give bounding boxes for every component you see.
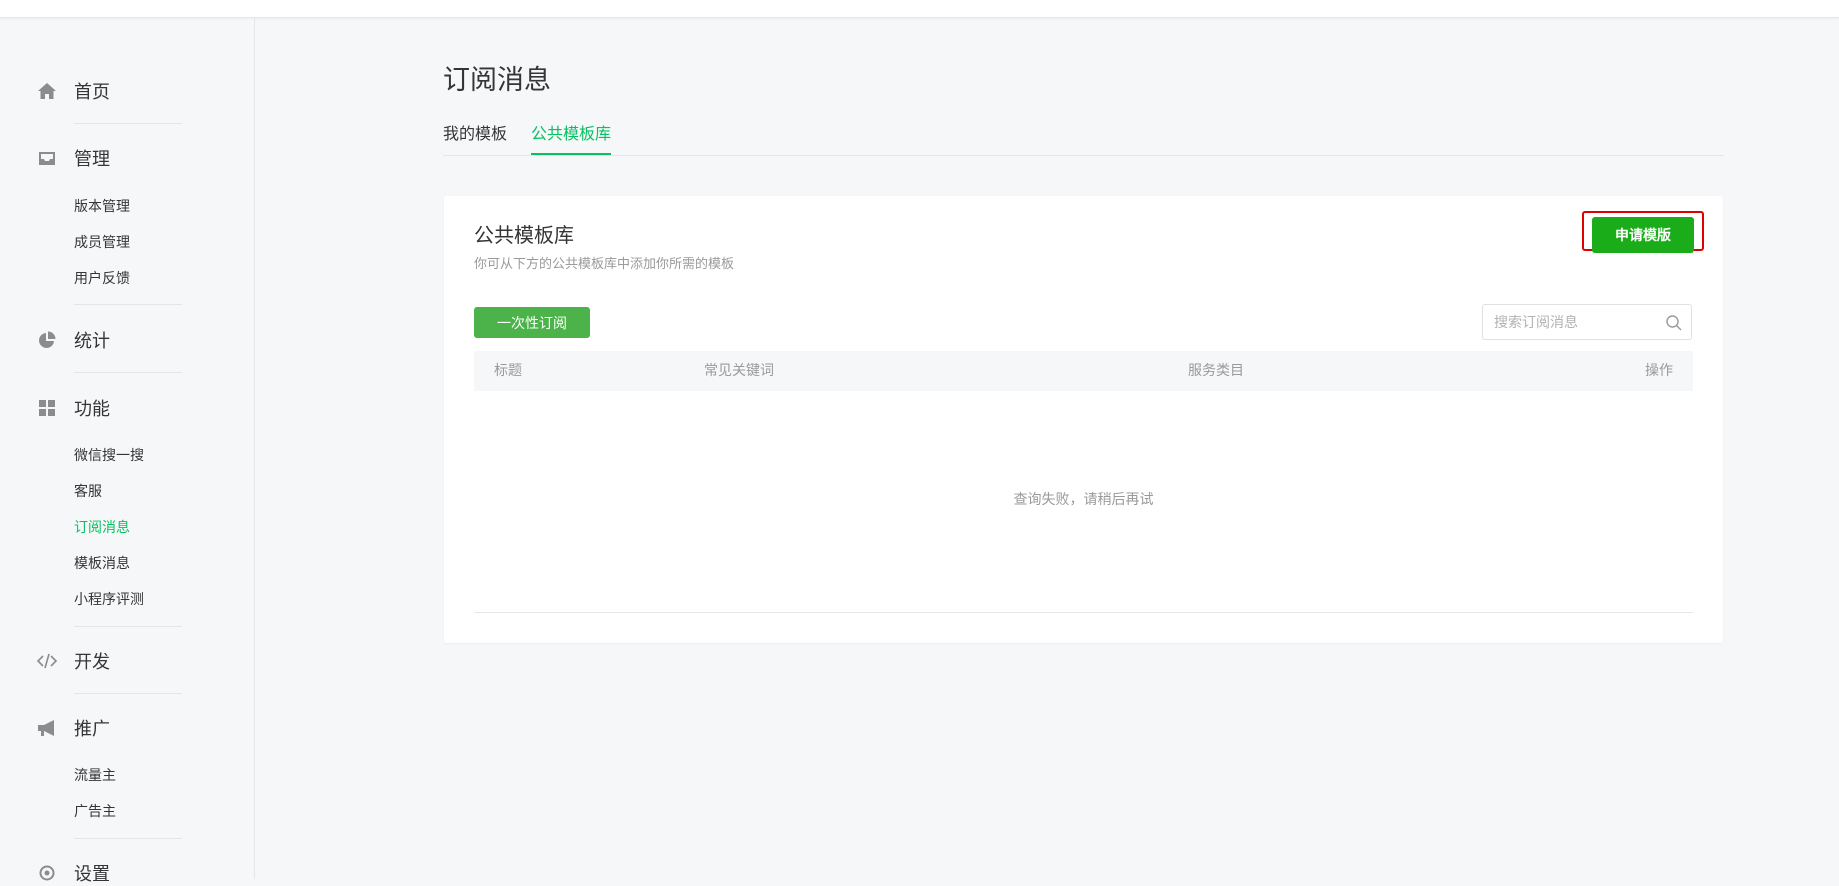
- sidebar-item-miniprogram-review[interactable]: 小程序评测: [74, 590, 144, 610]
- sidebar-item-version-management[interactable]: 版本管理: [74, 197, 130, 217]
- sidebar-item-customer-service[interactable]: 客服: [74, 482, 102, 502]
- tab-public-template-library[interactable]: 公共模板库: [531, 123, 612, 155]
- code-icon: [36, 650, 58, 672]
- empty-state-message: 查询失败，请稍后再试: [1013, 492, 1154, 508]
- sidebar-item-advertiser[interactable]: 广告主: [74, 802, 116, 822]
- top-bar: [0, 0, 1839, 18]
- template-library-card: 公共模板库 你可从下方的公共模板库中添加你所需的模板 申请模版 一次性订阅 标题…: [444, 196, 1723, 643]
- sidebar-item-label: 首页: [74, 82, 110, 103]
- tab-my-templates[interactable]: 我的模板: [443, 123, 507, 153]
- sidebar-divider: [74, 693, 182, 694]
- sidebar-item-label: 功能: [74, 399, 110, 420]
- sidebar-item-label: 统计: [74, 331, 110, 352]
- sidebar: 首页 管理 版本管理 成员管理 用户反馈 统计 功能 微信搜一搜 客服 订阅消息…: [0, 18, 255, 885]
- grid-icon: [36, 397, 58, 419]
- home-icon: [36, 80, 58, 102]
- column-header-service-category: 服务类目: [1188, 363, 1244, 379]
- column-header-title: 标题: [494, 363, 522, 379]
- gear-icon: [36, 862, 58, 884]
- sidebar-item-user-feedback[interactable]: 用户反馈: [74, 269, 130, 289]
- sidebar-item-promote[interactable]: 推广: [36, 716, 182, 740]
- sidebar-item-traffic-owner[interactable]: 流量主: [74, 766, 116, 786]
- sidebar-divider: [74, 372, 182, 373]
- sidebar-item-label: 开发: [74, 652, 110, 673]
- card-title: 公共模板库: [474, 223, 574, 247]
- pie-chart-icon: [36, 329, 58, 351]
- sidebar-item-label: 设置: [74, 864, 110, 885]
- sidebar-divider: [74, 626, 182, 627]
- sidebar-item-features[interactable]: 功能: [36, 396, 182, 420]
- sidebar-divider: [74, 838, 182, 839]
- megaphone-icon: [36, 717, 58, 739]
- column-header-keywords: 常见关键词: [704, 363, 774, 379]
- sidebar-divider: [74, 304, 182, 305]
- sidebar-item-develop[interactable]: 开发: [36, 649, 182, 673]
- table-bottom-divider: [474, 612, 1693, 613]
- column-header-actions: 操作: [1645, 363, 1673, 379]
- tab-bar: 我的模板 公共模板库: [443, 123, 1724, 156]
- apply-template-button[interactable]: 申请模版: [1592, 217, 1694, 253]
- inbox-icon: [36, 147, 58, 169]
- sidebar-item-settings[interactable]: 设置: [36, 861, 182, 885]
- sidebar-item-label: 管理: [74, 149, 110, 170]
- search-input[interactable]: [1492, 305, 1666, 341]
- sidebar-item-stats[interactable]: 统计: [36, 328, 182, 352]
- card-description: 你可从下方的公共模板库中添加你所需的模板: [474, 257, 735, 272]
- sidebar-item-wechat-search[interactable]: 微信搜一搜: [74, 446, 144, 466]
- table-header: 标题 常见关键词 服务类目 操作: [474, 351, 1693, 391]
- one-time-subscription-button[interactable]: 一次性订阅: [474, 307, 590, 338]
- sidebar-divider: [74, 123, 182, 124]
- page-title: 订阅消息: [443, 65, 551, 96]
- sidebar-item-manage[interactable]: 管理: [36, 146, 182, 170]
- sidebar-item-subscription-messages[interactable]: 订阅消息: [74, 518, 130, 538]
- search-box: [1482, 304, 1692, 341]
- sidebar-item-template-messages[interactable]: 模板消息: [74, 554, 130, 574]
- sidebar-item-member-management[interactable]: 成员管理: [74, 233, 130, 253]
- sidebar-item-label: 推广: [74, 719, 110, 740]
- sidebar-item-home[interactable]: 首页: [36, 79, 182, 103]
- search-icon[interactable]: [1665, 314, 1683, 332]
